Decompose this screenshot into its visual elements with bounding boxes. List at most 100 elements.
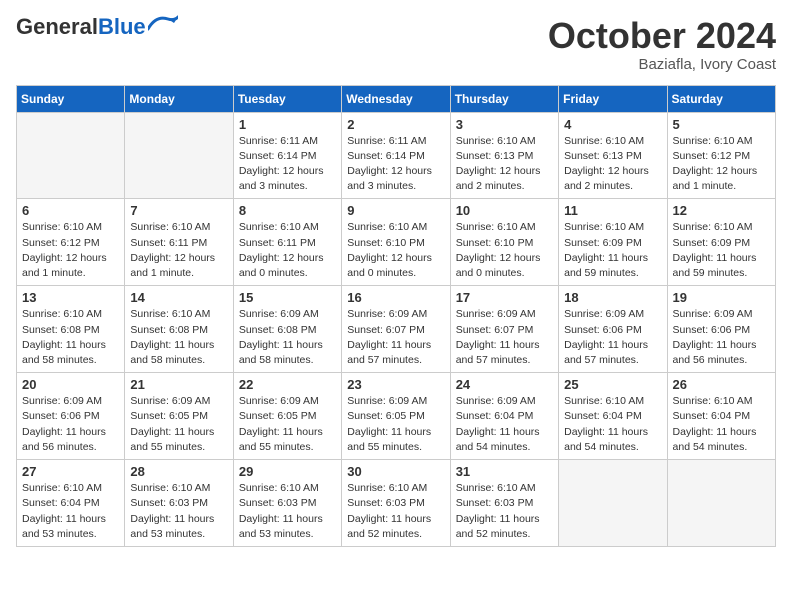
calendar-cell: 11 Sunrise: 6:10 AMSunset: 6:09 PMDayligh… bbox=[559, 199, 667, 286]
day-info: Sunrise: 6:10 AMSunset: 6:08 PMDaylight:… bbox=[130, 307, 227, 368]
day-info: Sunrise: 6:10 AMSunset: 6:03 PMDaylight:… bbox=[456, 481, 553, 542]
day-number: 16 bbox=[347, 290, 444, 305]
day-info: Sunrise: 6:09 AMSunset: 6:04 PMDaylight:… bbox=[456, 394, 553, 455]
calendar-cell: 19Sunrise: 6:09 AMSunset: 6:06 PMDayligh… bbox=[667, 286, 775, 373]
day-number: 2 bbox=[347, 117, 444, 132]
calendar-week-row: 1Sunrise: 6:11 AMSunset: 6:14 PMDaylight… bbox=[17, 112, 776, 199]
calendar-cell bbox=[17, 112, 125, 199]
day-info: Sunrise: 6:10 AMSunset: 6:11 PMDaylight:… bbox=[239, 220, 336, 281]
day-number: 7 bbox=[130, 203, 227, 218]
day-info: Sunrise: 6:09 AMSunset: 6:07 PMDaylight:… bbox=[456, 307, 553, 368]
day-info: Sunrise: 6:11 AMSunset: 6:14 PMDaylight:… bbox=[239, 134, 336, 195]
day-number: 30 bbox=[347, 464, 444, 479]
day-number: 12 bbox=[673, 203, 770, 218]
weekday-header: Tuesday bbox=[233, 85, 341, 112]
calendar-cell: 4 Sunrise: 6:10 AMSunset: 6:13 PMDaylight… bbox=[559, 112, 667, 199]
day-number: 15 bbox=[239, 290, 336, 305]
weekday-header-row: SundayMondayTuesdayWednesdayThursdayFrid… bbox=[17, 85, 776, 112]
day-number: 17 bbox=[456, 290, 553, 305]
day-number: 23 bbox=[347, 377, 444, 392]
day-info: Sunrise: 6:09 AMSunset: 6:05 PMDaylight:… bbox=[347, 394, 444, 455]
calendar-cell: 15Sunrise: 6:09 AMSunset: 6:08 PMDayligh… bbox=[233, 286, 341, 373]
title-block: October 2024 Baziafla, Ivory Coast bbox=[548, 16, 776, 73]
day-number: 11 bbox=[564, 203, 661, 218]
day-number: 28 bbox=[130, 464, 227, 479]
calendar-cell bbox=[125, 112, 233, 199]
month-title: October 2024 bbox=[548, 16, 776, 56]
day-info: Sunrise: 6:10 AMSunset: 6:04 PMDaylight:… bbox=[673, 394, 770, 455]
day-info: Sunrise: 6:10 AMSunset: 6:13 PMDaylight:… bbox=[456, 134, 553, 195]
weekday-header: Friday bbox=[559, 85, 667, 112]
day-info: Sunrise: 6:09 AMSunset: 6:07 PMDaylight:… bbox=[347, 307, 444, 368]
calendar-cell: 1Sunrise: 6:11 AMSunset: 6:14 PMDaylight… bbox=[233, 112, 341, 199]
calendar-cell: 10Sunrise: 6:10 AMSunset: 6:10 PMDayligh… bbox=[450, 199, 558, 286]
weekday-header: Thursday bbox=[450, 85, 558, 112]
calendar-week-row: 20 Sunrise: 6:09 AMSunset: 6:06 PMDayligh… bbox=[17, 373, 776, 460]
day-number: 14 bbox=[130, 290, 227, 305]
day-number: 25 bbox=[564, 377, 661, 392]
day-number: 3 bbox=[456, 117, 553, 132]
day-info: Sunrise: 6:10 AMSunset: 6:12 PMDaylight:… bbox=[22, 220, 119, 281]
day-number: 24 bbox=[456, 377, 553, 392]
logo-text: GeneralBlue bbox=[16, 16, 146, 38]
day-number: 5 bbox=[673, 117, 770, 132]
calendar-cell: 23 Sunrise: 6:09 AMSunset: 6:05 PMDayligh… bbox=[342, 373, 450, 460]
day-info: Sunrise: 6:10 AMSunset: 6:12 PMDaylight:… bbox=[673, 134, 770, 195]
calendar-week-row: 13 Sunrise: 6:10 AMSunset: 6:08 PMDayligh… bbox=[17, 286, 776, 373]
logo-general: General bbox=[16, 14, 98, 39]
calendar-week-row: 6 Sunrise: 6:10 AMSunset: 6:12 PMDaylight… bbox=[17, 199, 776, 286]
weekday-header: Wednesday bbox=[342, 85, 450, 112]
logo: GeneralBlue bbox=[16, 16, 178, 38]
logo-blue: Blue bbox=[98, 14, 146, 39]
day-info: Sunrise: 6:09 AMSunset: 6:05 PMDaylight:… bbox=[130, 394, 227, 455]
calendar-cell: 5 Sunrise: 6:10 AMSunset: 6:12 PMDaylight… bbox=[667, 112, 775, 199]
day-number: 18 bbox=[564, 290, 661, 305]
calendar-table: SundayMondayTuesdayWednesdayThursdayFrid… bbox=[16, 85, 776, 547]
day-number: 6 bbox=[22, 203, 119, 218]
day-info: Sunrise: 6:10 AMSunset: 6:09 PMDaylight:… bbox=[564, 220, 661, 281]
day-number: 9 bbox=[347, 203, 444, 218]
calendar-cell bbox=[559, 460, 667, 547]
day-info: Sunrise: 6:10 AMSunset: 6:03 PMDaylight:… bbox=[130, 481, 227, 542]
day-info: Sunrise: 6:11 AMSunset: 6:14 PMDaylight:… bbox=[347, 134, 444, 195]
calendar-cell: 17 Sunrise: 6:09 AMSunset: 6:07 PMDayligh… bbox=[450, 286, 558, 373]
day-info: Sunrise: 6:10 AMSunset: 6:08 PMDaylight:… bbox=[22, 307, 119, 368]
calendar-cell: 13 Sunrise: 6:10 AMSunset: 6:08 PMDayligh… bbox=[17, 286, 125, 373]
day-number: 29 bbox=[239, 464, 336, 479]
day-info: Sunrise: 6:09 AMSunset: 6:06 PMDaylight:… bbox=[673, 307, 770, 368]
day-number: 21 bbox=[130, 377, 227, 392]
day-info: Sunrise: 6:10 AMSunset: 6:09 PMDaylight:… bbox=[673, 220, 770, 281]
day-number: 20 bbox=[22, 377, 119, 392]
day-info: Sunrise: 6:10 AMSunset: 6:04 PMDaylight:… bbox=[564, 394, 661, 455]
weekday-header: Monday bbox=[125, 85, 233, 112]
day-number: 4 bbox=[564, 117, 661, 132]
calendar-cell: 3 Sunrise: 6:10 AMSunset: 6:13 PMDaylight… bbox=[450, 112, 558, 199]
calendar-cell: 7 Sunrise: 6:10 AMSunset: 6:11 PMDaylight… bbox=[125, 199, 233, 286]
calendar-cell: 27 Sunrise: 6:10 AMSunset: 6:04 PMDayligh… bbox=[17, 460, 125, 547]
day-number: 22 bbox=[239, 377, 336, 392]
day-number: 27 bbox=[22, 464, 119, 479]
weekday-header: Saturday bbox=[667, 85, 775, 112]
day-info: Sunrise: 6:10 AMSunset: 6:11 PMDaylight:… bbox=[130, 220, 227, 281]
day-info: Sunrise: 6:10 AMSunset: 6:04 PMDaylight:… bbox=[22, 481, 119, 542]
calendar-cell: 8Sunrise: 6:10 AMSunset: 6:11 PMDaylight… bbox=[233, 199, 341, 286]
calendar-cell: 2 Sunrise: 6:11 AMSunset: 6:14 PMDaylight… bbox=[342, 112, 450, 199]
calendar-cell: 22Sunrise: 6:09 AMSunset: 6:05 PMDayligh… bbox=[233, 373, 341, 460]
calendar-cell: 31Sunrise: 6:10 AMSunset: 6:03 PMDayligh… bbox=[450, 460, 558, 547]
day-number: 13 bbox=[22, 290, 119, 305]
calendar-cell: 20 Sunrise: 6:09 AMSunset: 6:06 PMDayligh… bbox=[17, 373, 125, 460]
day-info: Sunrise: 6:09 AMSunset: 6:06 PMDaylight:… bbox=[564, 307, 661, 368]
day-info: Sunrise: 6:09 AMSunset: 6:06 PMDaylight:… bbox=[22, 394, 119, 455]
day-info: Sunrise: 6:10 AMSunset: 6:13 PMDaylight:… bbox=[564, 134, 661, 195]
weekday-header: Sunday bbox=[17, 85, 125, 112]
calendar-cell: 29Sunrise: 6:10 AMSunset: 6:03 PMDayligh… bbox=[233, 460, 341, 547]
calendar-cell: 24 Sunrise: 6:09 AMSunset: 6:04 PMDayligh… bbox=[450, 373, 558, 460]
calendar-cell: 9Sunrise: 6:10 AMSunset: 6:10 PMDaylight… bbox=[342, 199, 450, 286]
logo-icon bbox=[148, 15, 178, 33]
calendar-cell: 14 Sunrise: 6:10 AMSunset: 6:08 PMDayligh… bbox=[125, 286, 233, 373]
calendar-cell: 25 Sunrise: 6:10 AMSunset: 6:04 PMDayligh… bbox=[559, 373, 667, 460]
calendar-cell: 21 Sunrise: 6:09 AMSunset: 6:05 PMDayligh… bbox=[125, 373, 233, 460]
calendar-cell: 6 Sunrise: 6:10 AMSunset: 6:12 PMDaylight… bbox=[17, 199, 125, 286]
calendar-week-row: 27 Sunrise: 6:10 AMSunset: 6:04 PMDayligh… bbox=[17, 460, 776, 547]
calendar-cell: 12 Sunrise: 6:10 AMSunset: 6:09 PMDayligh… bbox=[667, 199, 775, 286]
